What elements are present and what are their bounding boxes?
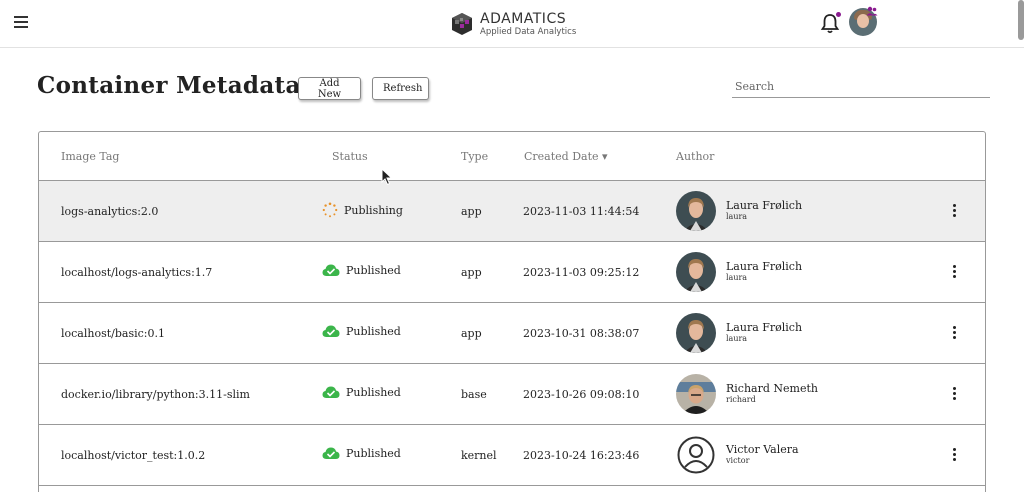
add-new-button[interactable]: Add New — [298, 77, 361, 100]
adamatics-logo-icon — [452, 13, 472, 35]
status-label: Published — [346, 446, 401, 460]
sort-descending-icon: ▾ — [602, 150, 608, 163]
author-username: laura — [726, 334, 748, 343]
status-label: Published — [346, 263, 401, 277]
type-cell: app — [461, 266, 482, 279]
status-cell: Published — [322, 263, 401, 277]
status-cell: Published — [322, 446, 401, 460]
created-date-cell: 2023-10-24 16:23:46 — [523, 449, 640, 462]
status-label: Published — [346, 385, 401, 399]
author-avatar — [676, 191, 716, 231]
spinner-icon — [322, 202, 338, 218]
column-header-status[interactable]: Status — [332, 150, 368, 163]
status-cell: Published — [322, 385, 401, 399]
scrollbar-thumb[interactable] — [1018, 0, 1024, 40]
menu-icon[interactable] — [14, 16, 28, 30]
column-header-type[interactable]: Type — [461, 150, 488, 163]
brand-logo[interactable]: ADAMATICS Applied Data Analytics — [450, 10, 576, 38]
status-cell: Publishing — [322, 202, 403, 218]
cloud-check-icon — [322, 264, 340, 276]
type-cell: kernel — [461, 449, 497, 462]
author-avatar — [676, 313, 716, 353]
table-row[interactable]: docker.io/library/python:3.11-slim Publi… — [39, 364, 985, 425]
cloud-check-icon — [322, 325, 340, 337]
author-name: Laura Frølich — [726, 260, 803, 273]
page-title: Container Metadata — [37, 72, 301, 99]
image-tag-cell: localhost/basic:0.1 — [61, 327, 165, 340]
top-bar: ADAMATICS Applied Data Analytics — [0, 0, 1024, 48]
author-username: richard — [726, 395, 756, 404]
notifications-bell-icon[interactable] — [820, 12, 841, 35]
author-avatar — [676, 374, 716, 414]
status-cell: Published — [322, 324, 401, 338]
table-row[interactable]: localhost/victor_test:1.0.2 Published ke… — [39, 425, 985, 486]
table-row[interactable]: localhost/basic:0.1 Published app 2023-1… — [39, 303, 985, 364]
author-name: Laura Frølich — [726, 199, 803, 212]
brand-name: ADAMATICS — [480, 10, 567, 27]
cloud-check-icon — [322, 447, 340, 459]
author-username: laura — [726, 273, 748, 282]
author-username: victor — [726, 456, 750, 465]
cloud-check-icon — [322, 386, 340, 398]
table-header: Image Tag Status Type Created Date ▾ Aut… — [39, 132, 985, 181]
author-name: Richard Nemeth — [726, 382, 818, 395]
user-group-badge-icon — [866, 6, 878, 16]
image-tag-cell: localhost/victor_test:1.0.2 — [61, 449, 206, 462]
brand-tagline: Applied Data Analytics — [480, 26, 577, 37]
image-tag-cell: logs-analytics:2.0 — [61, 205, 159, 218]
status-label: Published — [346, 324, 401, 338]
row-more-options-icon[interactable] — [951, 387, 957, 401]
column-header-author[interactable]: Author — [676, 150, 714, 163]
default-user-icon — [676, 435, 716, 475]
table-row[interactable]: logs-analytics:2.0 Publishing app 2023-1… — [39, 181, 985, 242]
search-input[interactable] — [732, 76, 990, 98]
type-cell: app — [461, 327, 482, 340]
type-cell: app — [461, 205, 482, 218]
image-tag-cell: docker.io/library/python:3.11-slim — [61, 388, 250, 401]
refresh-button[interactable]: Refresh — [372, 77, 429, 100]
row-more-options-icon[interactable] — [951, 265, 957, 279]
created-date-cell: 2023-10-31 08:38:07 — [523, 327, 640, 340]
mouse-pointer-icon — [381, 168, 393, 186]
created-date-cell: 2023-10-26 09:08:10 — [523, 388, 640, 401]
container-metadata-table: Image Tag Status Type Created Date ▾ Aut… — [38, 131, 986, 492]
status-label: Publishing — [344, 203, 403, 217]
created-date-cell: 2023-11-03 11:44:54 — [523, 205, 640, 218]
author-name: Laura Frølich — [726, 321, 803, 334]
author-username: laura — [726, 212, 748, 221]
author-avatar — [676, 252, 716, 292]
row-more-options-icon[interactable] — [951, 448, 957, 462]
created-date-cell: 2023-11-03 09:25:12 — [523, 266, 640, 279]
row-more-options-icon[interactable] — [951, 326, 957, 340]
column-header-image-tag[interactable]: Image Tag — [61, 150, 119, 163]
notification-dot — [836, 12, 841, 17]
column-header-created-date[interactable]: Created Date ▾ — [524, 150, 608, 163]
table-row[interactable]: localhost/logs-analytics:1.7 Published a… — [39, 242, 985, 303]
author-name: Victor Valera — [726, 443, 799, 456]
row-more-options-icon[interactable] — [951, 204, 957, 218]
type-cell: base — [461, 388, 487, 401]
image-tag-cell: localhost/logs-analytics:1.7 — [61, 266, 213, 279]
